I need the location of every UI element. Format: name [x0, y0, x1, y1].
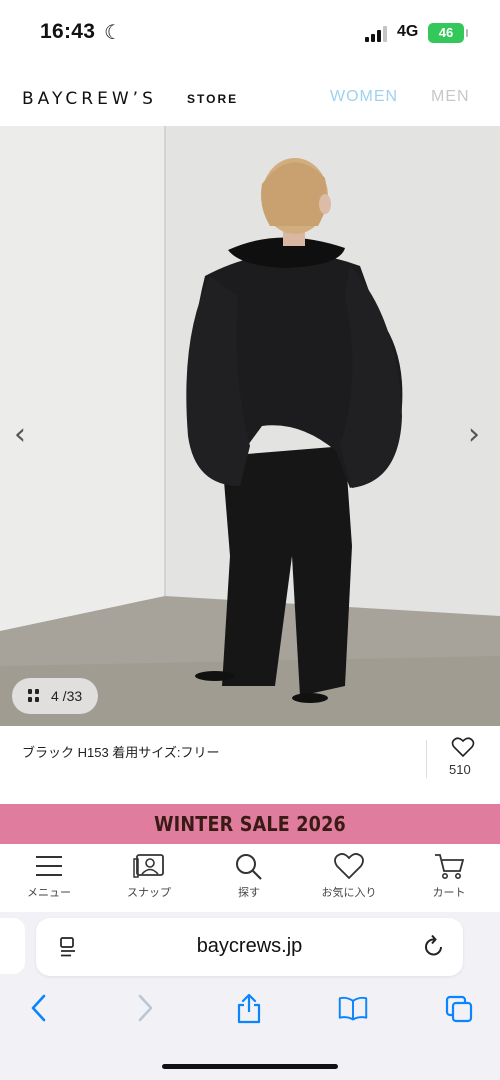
site-logo[interactable]: BAYCREW’S	[22, 89, 157, 109]
search-icon	[236, 854, 262, 880]
tab-favorites[interactable]: お気に入り	[309, 852, 389, 900]
back-chevron-icon[interactable]	[24, 992, 54, 1024]
divider	[426, 740, 427, 778]
sale-banner-text: WINTER SALE 2026	[154, 812, 346, 836]
battery-icon: 46	[428, 23, 468, 43]
thumbnail-grid-icon[interactable]	[28, 689, 40, 703]
model-photo	[0, 126, 500, 726]
heart-icon	[334, 853, 364, 880]
cart-icon	[435, 854, 465, 879]
site-logo-suffix[interactable]: STORE	[187, 92, 238, 106]
battery-level: 46	[438, 25, 454, 40]
network-type: 4G	[397, 23, 419, 40]
forward-chevron-icon[interactable]	[130, 992, 160, 1024]
gallery-prev-arrow-icon[interactable]: ‹	[14, 420, 26, 450]
share-icon[interactable]	[234, 992, 264, 1024]
product-image[interactable]	[0, 126, 500, 726]
gallery-next-arrow-icon[interactable]: ›	[468, 420, 480, 450]
signal-strength-icon	[365, 26, 391, 42]
tab-label: カート	[432, 887, 466, 899]
tab-search[interactable]: 探す	[209, 852, 289, 900]
favorite-heart-icon[interactable]	[451, 736, 475, 758]
tab-snap[interactable]: スナップ	[109, 852, 189, 900]
tab-label: スナップ	[127, 887, 171, 899]
nav-women-link[interactable]: WOMEN	[330, 88, 398, 106]
bookmarks-book-icon[interactable]	[338, 992, 368, 1024]
tab-label: メニュー	[27, 887, 71, 899]
home-indicator	[162, 1064, 338, 1069]
reload-icon[interactable]	[423, 934, 445, 958]
image-counter: 4 /33	[51, 688, 83, 704]
url-text[interactable]: baycrews.jp	[36, 935, 463, 958]
snap-photo-icon	[133, 854, 164, 878]
hamburger-menu-icon	[36, 856, 62, 876]
tab-label: お気に入り	[321, 887, 377, 899]
previous-tab-card[interactable]	[0, 918, 25, 974]
caption-row	[0, 726, 500, 804]
tab-menu[interactable]: メニュー	[9, 852, 89, 900]
tab-cart[interactable]: カート	[409, 852, 489, 900]
status-time: 16:43	[40, 20, 96, 43]
favorite-count: 510	[449, 762, 471, 777]
sale-banner[interactable]: WINTER SALE 2026	[0, 804, 500, 844]
tab-label: 探す	[238, 887, 260, 899]
image-caption: ブラック H153 着用サイズ:フリー	[22, 745, 220, 760]
tabs-overview-icon[interactable]	[444, 992, 474, 1024]
nav-men-link[interactable]: MEN	[431, 88, 470, 106]
moon-icon: ☾	[104, 22, 122, 44]
